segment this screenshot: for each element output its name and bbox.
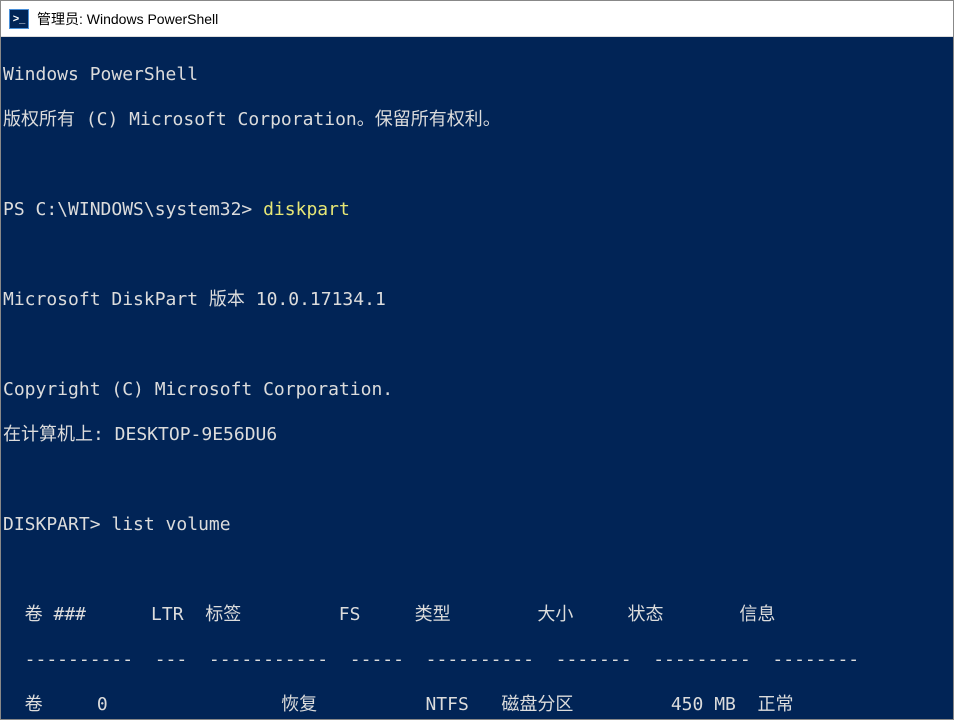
terminal-prompt-line: PS C:\WINDOWS\system32> diskpart (3, 199, 953, 222)
powershell-window: >_ 管理员: Windows PowerShell Windows Power… (0, 0, 954, 720)
window-title: 管理员: Windows PowerShell (37, 9, 218, 29)
terminal-output: Microsoft DiskPart 版本 10.0.17134.1 (3, 289, 953, 312)
terminal-blank (3, 334, 953, 357)
table-divider: ---------- --- ----------- ----- -------… (3, 649, 953, 672)
table-header: 卷 ### LTR 标签 FS 类型 大小 状态 信息 (3, 604, 953, 627)
terminal-output: 版权所有 (C) Microsoft Corporation。保留所有权利。 (3, 109, 953, 132)
terminal-blank (3, 559, 953, 582)
table-row: 卷 0 恢复 NTFS 磁盘分区 450 MB 正常 (3, 694, 953, 717)
prompt-path: PS C:\WINDOWS\system32> (3, 199, 263, 220)
terminal-prompt-line: DISKPART> list volume (3, 514, 953, 537)
terminal-area[interactable]: Windows PowerShell 版权所有 (C) Microsoft Co… (1, 37, 953, 719)
terminal-output: 在计算机上: DESKTOP-9E56DU6 (3, 424, 953, 447)
terminal-blank (3, 154, 953, 177)
terminal-output: Copyright (C) Microsoft Corporation. (3, 379, 953, 402)
command-diskpart: diskpart (263, 199, 350, 220)
powershell-icon: >_ (9, 9, 29, 29)
diskpart-prompt: DISKPART> (3, 514, 111, 535)
titlebar[interactable]: >_ 管理员: Windows PowerShell (1, 1, 953, 37)
terminal-blank (3, 469, 953, 492)
terminal-blank (3, 244, 953, 267)
terminal-output: Windows PowerShell (3, 64, 953, 87)
command-list-volume: list volume (111, 514, 230, 535)
